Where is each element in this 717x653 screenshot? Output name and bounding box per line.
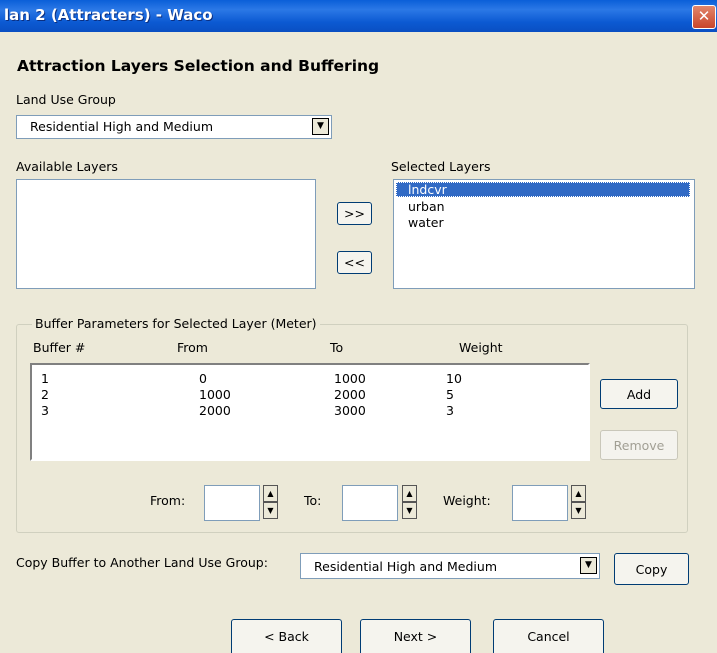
weight-input[interactable] bbox=[512, 485, 568, 521]
weight-stepper[interactable]: ▲ ▼ bbox=[571, 485, 586, 521]
copy-land-use-dropdown[interactable]: Residential High and Medium ▼ bbox=[300, 553, 600, 579]
copy-buffer-label: Copy Buffer to Another Land Use Group: bbox=[16, 555, 268, 570]
land-use-group-dropdown[interactable]: Residential High and Medium ▼ bbox=[16, 115, 332, 139]
cell-weight: 5 bbox=[446, 387, 454, 402]
cell-buffer: 2 bbox=[41, 387, 49, 402]
available-layers-list[interactable] bbox=[16, 179, 316, 289]
back-button[interactable]: < Back bbox=[231, 619, 342, 653]
chevron-up-icon[interactable]: ▲ bbox=[402, 485, 417, 502]
to-stepper[interactable]: ▲ ▼ bbox=[402, 485, 417, 521]
land-use-group-label: Land Use Group bbox=[16, 92, 116, 107]
list-item[interactable]: water bbox=[408, 215, 444, 230]
cancel-button[interactable]: Cancel bbox=[493, 619, 604, 653]
next-button[interactable]: Next > bbox=[360, 619, 471, 653]
add-buffer-button[interactable]: Add bbox=[600, 379, 678, 409]
page-title: Attraction Layers Selection and Bufferin… bbox=[17, 57, 380, 75]
cell-to: 1000 bbox=[334, 371, 366, 386]
cell-to: 2000 bbox=[334, 387, 366, 402]
cell-buffer: 3 bbox=[41, 403, 49, 418]
remove-buffer-button[interactable]: Remove bbox=[600, 430, 678, 460]
cell-to: 3000 bbox=[334, 403, 366, 418]
to-input[interactable] bbox=[342, 485, 398, 521]
add-layer-button[interactable]: >> bbox=[337, 202, 372, 225]
selected-layers-label: Selected Layers bbox=[391, 159, 491, 174]
close-button[interactable]: ✕ bbox=[692, 5, 716, 29]
cell-from: 1000 bbox=[199, 387, 231, 402]
cell-from: 0 bbox=[199, 371, 207, 386]
column-header-to: To bbox=[330, 340, 344, 355]
cell-from: 2000 bbox=[199, 403, 231, 418]
list-item[interactable]: urban bbox=[408, 199, 445, 214]
buffer-parameters-label: Buffer Parameters for Selected Layer (Me… bbox=[32, 316, 320, 331]
from-label: From: bbox=[150, 493, 186, 508]
column-header-buffer: Buffer # bbox=[33, 340, 86, 355]
column-header-from: From bbox=[177, 340, 208, 355]
weight-label: Weight: bbox=[443, 493, 491, 508]
list-item[interactable]: lndcvr bbox=[408, 182, 447, 197]
copy-land-use-value: Residential High and Medium bbox=[314, 559, 498, 574]
cell-weight: 10 bbox=[446, 371, 462, 386]
from-stepper[interactable]: ▲ ▼ bbox=[263, 485, 278, 521]
chevron-up-icon[interactable]: ▲ bbox=[263, 485, 278, 502]
copy-button[interactable]: Copy bbox=[614, 553, 689, 585]
cell-weight: 3 bbox=[446, 403, 454, 418]
column-header-weight: Weight bbox=[459, 340, 503, 355]
remove-layer-button[interactable]: << bbox=[337, 251, 372, 274]
selected-layers-list[interactable]: lndcvr urban water bbox=[393, 179, 695, 289]
from-input[interactable] bbox=[204, 485, 260, 521]
chevron-down-icon[interactable]: ▼ bbox=[402, 502, 417, 519]
cell-buffer: 1 bbox=[41, 371, 49, 386]
to-label: To: bbox=[304, 493, 322, 508]
available-layers-label: Available Layers bbox=[16, 159, 118, 174]
window-title: lan 2 (Attracters) - Waco bbox=[4, 6, 213, 24]
land-use-group-value: Residential High and Medium bbox=[30, 119, 214, 134]
chevron-up-icon[interactable]: ▲ bbox=[571, 485, 586, 502]
chevron-down-icon[interactable]: ▼ bbox=[312, 118, 329, 135]
chevron-down-icon[interactable]: ▼ bbox=[580, 557, 597, 574]
chevron-down-icon[interactable]: ▼ bbox=[571, 502, 586, 519]
buffer-table[interactable]: 1 0 1000 10 2 1000 2000 5 3 2000 3000 3 bbox=[30, 363, 590, 461]
chevron-down-icon[interactable]: ▼ bbox=[263, 502, 278, 519]
